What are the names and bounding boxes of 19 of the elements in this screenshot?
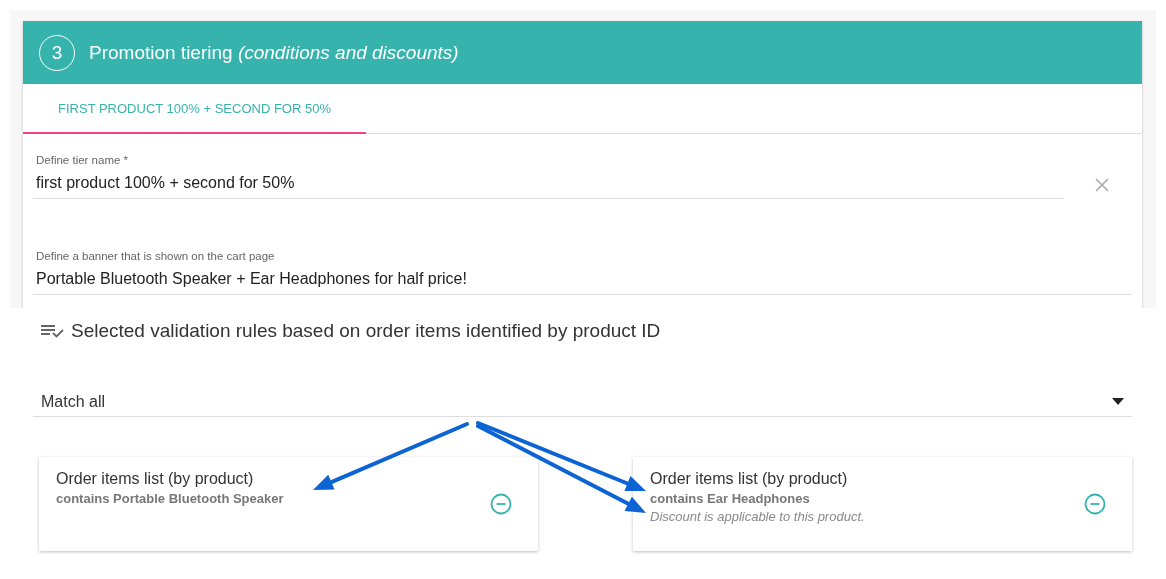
- section-title: Promotion tiering (conditions and discounts): [89, 41, 459, 64]
- field-label: Define tier name *: [36, 154, 130, 166]
- rule-title: Order items list (by product): [56, 470, 255, 488]
- rule-condition: contains Ear Headphones: [650, 491, 811, 506]
- rule-title: Order items list (by product): [650, 470, 849, 488]
- match-select[interactable]: Match all: [33, 390, 1132, 417]
- remove-icon[interactable]: [490, 493, 512, 515]
- text-field[interactable]: Define tier name * first product 100% + second for 50%: [33, 154, 1064, 199]
- checklist-icon: [41, 324, 64, 338]
- field-value: first product 100% + second for 50%: [36, 174, 296, 192]
- field-value: Portable Bluetooth Speaker + Ear Headphones for half price!: [36, 270, 468, 288]
- rules-title: Selected validation rules based on order items identified by product ID: [71, 320, 661, 342]
- caret-icon: [1112, 398, 1124, 405]
- field-label: Define a banner that is shown on the cart page: [36, 250, 276, 262]
- remove-icon[interactable]: [1084, 493, 1106, 515]
- rule-note: Discount is applicable to this product.: [650, 509, 865, 524]
- close-icon[interactable]: [1094, 177, 1110, 193]
- rule-condition: contains Portable Bluetooth Speaker: [56, 491, 284, 506]
- text-field[interactable]: Define a banner that is shown on the cart page Portable Bluetooth Speaker + Ear Headphones for half price!: [33, 250, 1132, 295]
